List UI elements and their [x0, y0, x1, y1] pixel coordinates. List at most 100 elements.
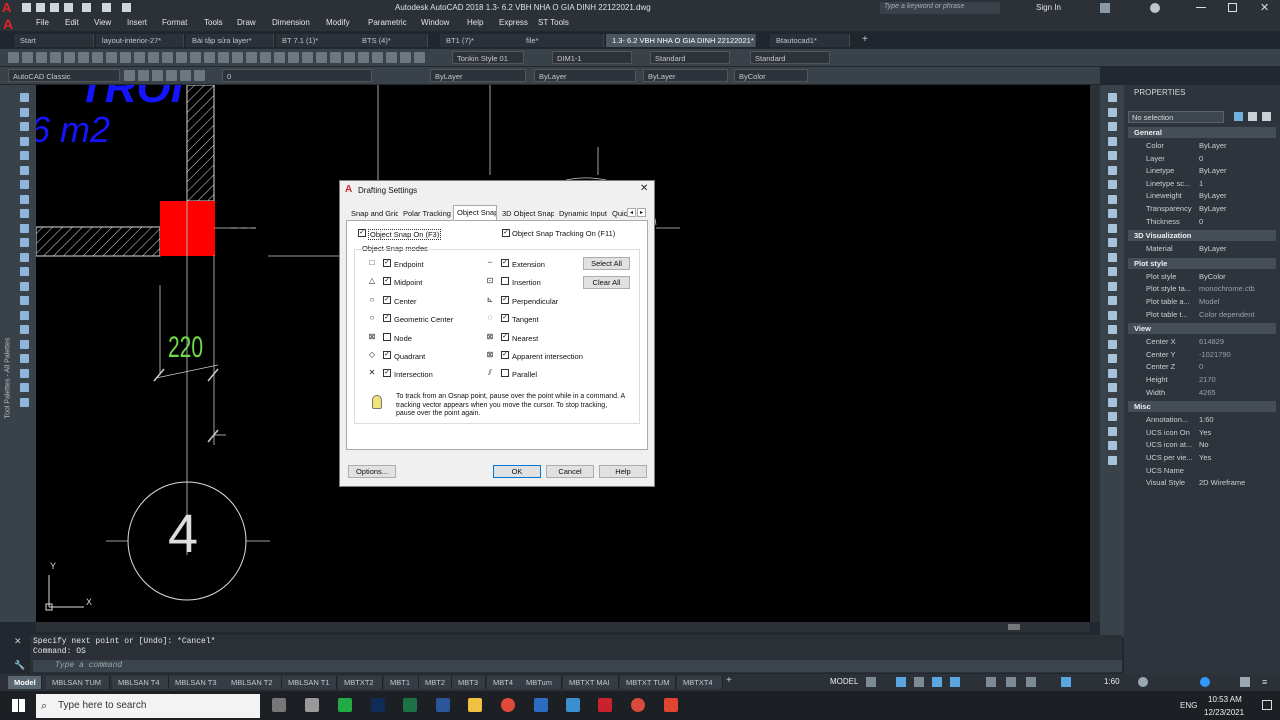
modify-tool-icon[interactable]: [1108, 267, 1117, 276]
task-view-icon[interactable]: [272, 698, 286, 712]
tab-dynamic-input[interactable]: Dynamic Input: [556, 207, 608, 221]
toolbar-tool-icon[interactable]: [344, 52, 355, 63]
osnap-center-checkbox[interactable]: ✓: [383, 296, 391, 304]
osnap-nearest-checkbox[interactable]: ✓: [501, 333, 509, 341]
modify-tool-icon[interactable]: [1108, 107, 1117, 117]
osnap-insertion-checkbox[interactable]: [501, 277, 509, 285]
annotation-scale[interactable]: 1:60: [1104, 677, 1120, 686]
props-value[interactable]: Yes: [1199, 428, 1211, 437]
toolbar-tool-icon[interactable]: [36, 52, 47, 63]
props-value[interactable]: monochrome.ctb: [1199, 284, 1255, 293]
toolbar-tool-icon[interactable]: [302, 52, 313, 63]
modify-tool-icon[interactable]: [1108, 223, 1117, 233]
search-input[interactable]: Type a keyword or phrase: [880, 2, 1000, 14]
save-icon[interactable]: [50, 3, 59, 12]
toolbar-tool-icon[interactable]: [64, 52, 75, 63]
props-value[interactable]: ByLayer: [1199, 204, 1227, 213]
props-section-general[interactable]: General: [1128, 127, 1276, 138]
taskbar-search-input[interactable]: Type here to search: [36, 694, 260, 718]
settings-icon[interactable]: [305, 698, 319, 712]
word-icon[interactable]: [436, 698, 450, 712]
draw-tool-icon[interactable]: [20, 281, 29, 291]
autocad-taskbar-icon[interactable]: [598, 698, 612, 712]
workspace-gear-icon[interactable]: [1138, 677, 1148, 687]
toolbar-tool-icon[interactable]: [274, 52, 285, 63]
osnap-midpoint-checkbox[interactable]: ✓: [383, 277, 391, 285]
minimize-icon[interactable]: [1196, 7, 1206, 8]
props-value[interactable]: ByLayer: [1199, 191, 1227, 200]
toolbar-tool-icon[interactable]: [148, 52, 159, 63]
layout-tab-10[interactable]: MBT4: [487, 676, 521, 689]
toolbar-tool-icon[interactable]: [8, 52, 19, 63]
draw-tool-icon[interactable]: [20, 151, 29, 160]
menu-item-format[interactable]: Format: [162, 18, 187, 27]
toolbar-tool-icon[interactable]: [162, 52, 173, 63]
notification-icon[interactable]: [1262, 700, 1272, 710]
layout-tab-6[interactable]: MBTXT2: [338, 676, 383, 689]
print-icon[interactable]: [82, 3, 91, 12]
props-value[interactable]: Yes: [1199, 453, 1211, 462]
restore-icon[interactable]: [1228, 3, 1237, 12]
layout-tab-4[interactable]: MBLSAN T2: [225, 676, 282, 689]
sign-in-button[interactable]: Sign In: [1022, 2, 1086, 14]
photoshop-icon[interactable]: [371, 698, 385, 712]
clock-time[interactable]: 10:53 AM: [1208, 695, 1242, 704]
osnap-node-label[interactable]: Node: [394, 334, 412, 343]
osnap-nearest-label[interactable]: Nearest: [512, 334, 538, 343]
ok-button[interactable]: OK: [493, 465, 541, 478]
modify-tool-icon[interactable]: [1108, 397, 1117, 407]
select-all-button[interactable]: Select All: [583, 257, 630, 270]
modify-tool-icon[interactable]: [1108, 455, 1117, 465]
doc-tab-4[interactable]: BTS (4)*: [356, 34, 428, 47]
menu-item-express[interactable]: Express: [499, 18, 528, 27]
tab-3d-object-snap[interactable]: 3D Object Snap: [499, 207, 554, 221]
menu-item-help[interactable]: Help: [467, 18, 483, 27]
otrack-on-label[interactable]: Object Snap Tracking On (F11): [512, 229, 615, 238]
draw-tool-icon[interactable]: [20, 310, 29, 320]
draw-tool-icon[interactable]: [20, 136, 29, 146]
draw-tool-icon[interactable]: [20, 267, 29, 276]
snap-icon[interactable]: [896, 677, 906, 687]
color-select[interactable]: ByLayer: [430, 69, 526, 82]
help-button[interactable]: Help: [599, 465, 647, 478]
input-language[interactable]: ENG: [1180, 701, 1197, 710]
workspace-select[interactable]: AutoCAD Classic: [8, 69, 120, 82]
menu-item-tools[interactable]: Tools: [204, 18, 223, 27]
modify-tool-icon[interactable]: [1108, 165, 1117, 175]
layout-tab-7[interactable]: MBT1: [384, 676, 419, 689]
cancel-button[interactable]: Cancel: [546, 465, 594, 478]
toolbar-tool-icon[interactable]: [316, 52, 327, 63]
osnap-on-checkbox[interactable]: ✓: [358, 229, 366, 237]
draw-tool-icon[interactable]: [20, 296, 29, 305]
annotation-visibility-icon[interactable]: [1061, 677, 1071, 687]
draw-tool-icon[interactable]: [20, 107, 29, 117]
osnap-center-label[interactable]: Center: [394, 297, 417, 306]
camtasia-icon[interactable]: [338, 698, 352, 712]
draw-tool-icon[interactable]: [20, 93, 29, 102]
modify-tool-icon[interactable]: [1108, 310, 1117, 320]
tab-scroll-right-button[interactable]: ▸: [637, 208, 646, 217]
tab-polar-tracking[interactable]: Polar Tracking: [400, 207, 452, 221]
toolbar-tool-icon[interactable]: [50, 52, 61, 63]
menu-item-st-tools[interactable]: ST Tools: [538, 18, 569, 27]
osnap-perpendicular-label[interactable]: Perpendicular: [512, 297, 558, 306]
tab-scroll-left-button[interactable]: ◂: [627, 208, 636, 217]
clock-date[interactable]: 12/23/2021: [1204, 708, 1244, 717]
remote-app-icon[interactable]: [566, 698, 580, 712]
layout-tab-12[interactable]: MBTXT MAI: [563, 676, 619, 689]
toolbar-tool-icon[interactable]: [330, 52, 341, 63]
toolbar-tool-icon[interactable]: [218, 52, 229, 63]
autocad-logo-icon[interactable]: A: [2, 1, 16, 15]
modify-tool-icon[interactable]: [1108, 93, 1117, 102]
modify-tool-icon[interactable]: [1108, 412, 1117, 421]
osnap-icon[interactable]: [950, 677, 960, 687]
transparency-icon[interactable]: [1006, 677, 1016, 687]
osnap-apparent-intersection-checkbox[interactable]: ✓: [501, 351, 509, 359]
props-value[interactable]: 614829: [1199, 337, 1224, 346]
tab-snap-and-grid[interactable]: Snap and Grid: [348, 207, 398, 221]
props-value[interactable]: -1021790: [1199, 350, 1231, 359]
toolbar-tool-icon[interactable]: [92, 52, 103, 63]
modify-tool-icon[interactable]: [1108, 281, 1117, 291]
osnap-parallel-checkbox[interactable]: [501, 369, 509, 377]
props-section-3d-visualization[interactable]: 3D Visualization: [1128, 230, 1276, 242]
